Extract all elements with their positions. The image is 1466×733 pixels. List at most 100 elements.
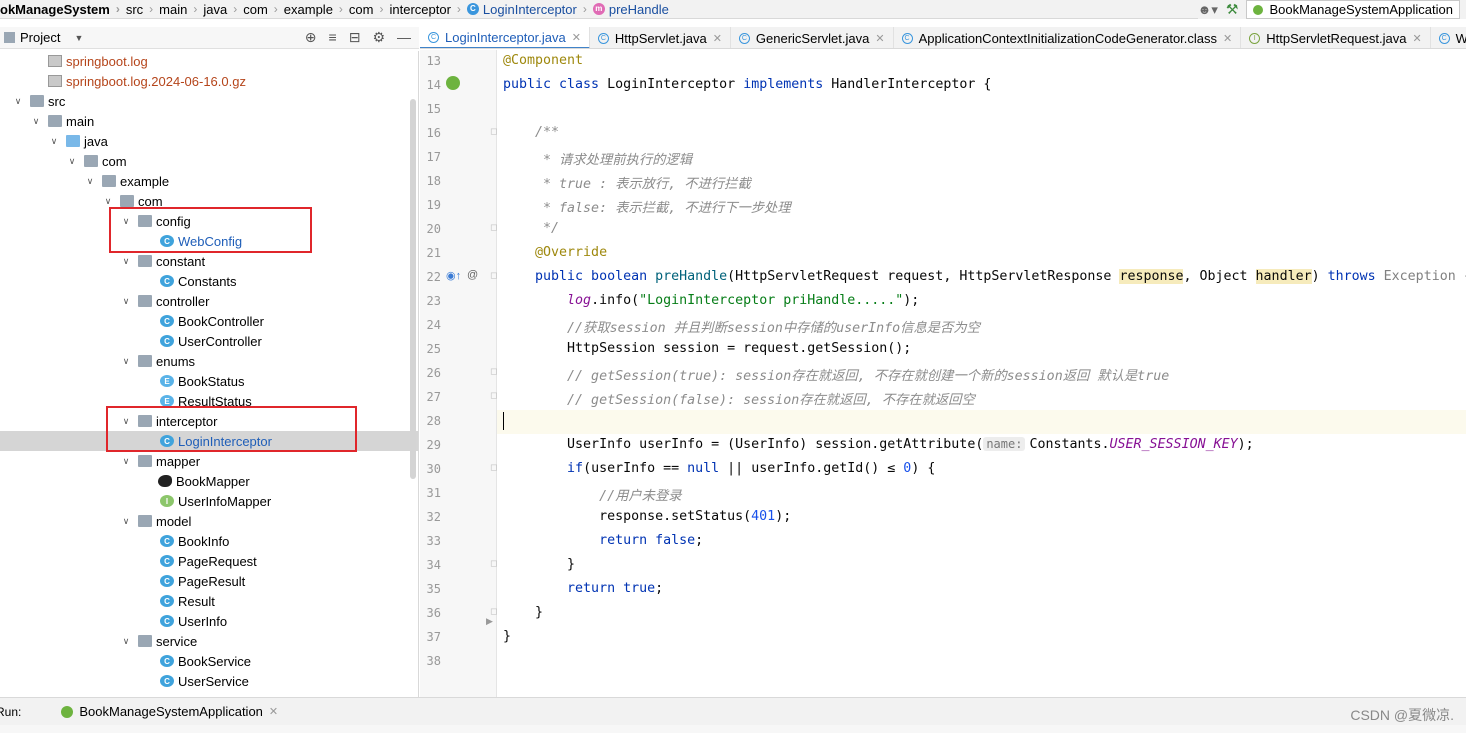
line-number: 26 <box>426 366 441 380</box>
line-number: 25 <box>426 342 441 356</box>
minimize-icon[interactable]: — <box>397 29 411 46</box>
close-icon[interactable]: ✕ <box>572 31 581 44</box>
tree-item-constant[interactable]: ∨ constant <box>0 251 418 271</box>
fold-marker-icon[interactable]: ◻ <box>490 558 497 569</box>
tree-item-userinfomapper[interactable]: I UserInfoMapper <box>0 491 418 511</box>
tab-genericservlet[interactable]: C GenericServlet.java ✕ <box>731 27 894 48</box>
chevron-down-icon[interactable]: ∨ <box>120 516 132 527</box>
tree-item-userservice[interactable]: C UserService <box>0 671 418 691</box>
breadcrumb-src[interactable]: src › <box>126 2 159 17</box>
tree-item-bookinfo[interactable]: C BookInfo <box>0 531 418 551</box>
close-icon[interactable]: ✕ <box>875 32 884 45</box>
tree-item-bookcontroller[interactable]: C BookController <box>0 311 418 331</box>
fold-marker-icon[interactable]: ◻ <box>490 270 497 281</box>
tab-appcontext-generator[interactable]: C ApplicationContextInitializationCodeGen… <box>894 27 1242 48</box>
chevron-down-icon[interactable]: ∨ <box>30 116 42 127</box>
status-strip <box>0 725 1466 733</box>
code-editor[interactable]: 13 14 15 16 17 18 19 20 21 22 23 24 25 2… <box>420 50 1466 697</box>
breadcrumb-project[interactable]: okManageSystem › <box>0 2 126 17</box>
fold-arrow-icon[interactable]: ▶ <box>486 616 493 627</box>
code-line-29: UserInfo userInfo = (UserInfo) session.g… <box>503 437 1254 452</box>
chevron-down-icon[interactable]: ∨ <box>120 636 132 647</box>
run-configuration-select[interactable]: BookManageSystemApplication <box>1246 0 1460 19</box>
class-icon: C <box>160 315 174 327</box>
package-icon <box>138 295 152 307</box>
tree-item-enums[interactable]: ∨ enums <box>0 351 418 371</box>
tree-item-example[interactable]: ∨ example <box>0 171 418 191</box>
breadcrumb-main[interactable]: main › <box>159 2 203 17</box>
run-tab-bookmanagesystem[interactable]: BookManageSystemApplication ✕ <box>35 704 278 719</box>
tree-item-usercontroller[interactable]: C UserController <box>0 331 418 351</box>
chevron-down-icon[interactable]: ∨ <box>120 256 132 267</box>
breadcrumb-method[interactable]: m preHandle <box>592 2 669 17</box>
locate-icon[interactable]: ⊕ <box>305 29 317 46</box>
spring-bean-icon[interactable] <box>446 76 460 90</box>
chevron-down-icon[interactable]: ▼ <box>74 33 83 43</box>
fold-marker-icon[interactable]: ◻ <box>490 462 497 473</box>
chevron-down-icon[interactable]: ∨ <box>120 356 132 367</box>
tree-item-springboot-log[interactable]: springboot.log <box>0 51 418 71</box>
chevron-down-icon[interactable]: ∨ <box>66 156 78 167</box>
chevron-down-icon[interactable]: ∨ <box>102 196 114 207</box>
code-line-17: * 请求处理前执行的逻辑 <box>503 153 693 168</box>
close-icon[interactable]: ✕ <box>269 705 278 718</box>
chevron-down-icon[interactable]: ∨ <box>120 456 132 467</box>
tree-item-controller[interactable]: ∨ controller <box>0 291 418 311</box>
breadcrumb-com[interactable]: com › <box>243 2 284 17</box>
breadcrumb-java[interactable]: java › <box>203 2 243 17</box>
tab-logininterceptor[interactable]: C LoginInterceptor.java ✕ <box>420 27 590 48</box>
line-number: 36 <box>426 606 441 620</box>
expand-all-icon[interactable]: ≡ <box>329 29 337 46</box>
annotation-icon[interactable]: @ <box>467 269 478 281</box>
close-icon[interactable]: ✕ <box>1223 32 1232 45</box>
collapse-all-icon[interactable]: ⊟ <box>349 29 361 46</box>
tree-item-src[interactable]: ∨ src <box>0 91 418 111</box>
tab-overflow[interactable]: CW <box>1431 27 1466 48</box>
close-icon[interactable]: ✕ <box>713 32 722 45</box>
editor-tabs: C LoginInterceptor.java ✕ C HttpServlet.jav… <box>420 27 1466 49</box>
tab-httpservlet[interactable]: C HttpServlet.java ✕ <box>590 27 731 48</box>
tree-item-userinfo[interactable]: C UserInfo <box>0 611 418 631</box>
chevron-down-icon[interactable]: ∨ <box>48 136 60 147</box>
tree-item-main[interactable]: ∨ main <box>0 111 418 131</box>
gear-icon[interactable]: ⚙ <box>372 29 385 46</box>
implements-method-icon[interactable]: ◉↑ <box>446 269 461 282</box>
tree-item-service[interactable]: ∨ service <box>0 631 418 651</box>
breadcrumb-com-2[interactable]: com › <box>349 2 390 17</box>
chevron-down-icon[interactable]: ∨ <box>84 176 96 187</box>
tree-item-model[interactable]: ∨ model <box>0 511 418 531</box>
tree-item-pagerequest[interactable]: C PageRequest <box>0 551 418 571</box>
tab-httpservletrequest[interactable]: I HttpServletRequest.java ✕ <box>1241 27 1431 48</box>
tree-item-bookmapper[interactable]: BookMapper <box>0 471 418 491</box>
fold-marker-icon[interactable]: ◻ <box>490 390 497 401</box>
code-line-32: response.setStatus(401); <box>503 509 792 524</box>
tree-item-pageresult[interactable]: C PageResult <box>0 571 418 591</box>
close-icon[interactable]: ✕ <box>1412 32 1421 45</box>
chevron-down-icon[interactable]: ∨ <box>12 96 24 107</box>
tree-item-bookstatus[interactable]: E BookStatus <box>0 371 418 391</box>
package-icon <box>102 175 116 187</box>
class-icon: C <box>160 555 174 567</box>
breadcrumb-class[interactable]: C LoginInterceptor › <box>466 2 593 17</box>
tree-item-bookservice[interactable]: C BookService <box>0 651 418 671</box>
build-hammer-icon[interactable]: ⚒ <box>1226 1 1239 18</box>
tree-item-mapper[interactable]: ∨ mapper <box>0 451 418 471</box>
code-line-35: return true; <box>503 581 664 596</box>
tree-item-springboot-log-gz[interactable]: springboot.log.2024-06-16.0.gz <box>0 71 418 91</box>
chevron-down-icon[interactable]: ∨ <box>120 296 132 307</box>
spring-boot-icon <box>61 705 74 718</box>
project-panel-title[interactable]: Project <box>20 30 60 45</box>
line-number: 22 <box>426 270 441 284</box>
fold-marker-icon[interactable]: ◻ <box>490 126 497 137</box>
tree-item-java[interactable]: ∨ java <box>0 131 418 151</box>
line-number: 16 <box>426 126 441 140</box>
fold-marker-icon[interactable]: ◻ <box>490 222 497 233</box>
tree-item-result[interactable]: C Result <box>0 591 418 611</box>
breadcrumb-example[interactable]: example › <box>284 2 349 17</box>
fold-marker-icon[interactable]: ◻ <box>490 366 497 377</box>
breadcrumb-interceptor[interactable]: interceptor › <box>389 2 466 17</box>
user-icon[interactable]: ☻▾ <box>1198 2 1218 18</box>
tree-item-com[interactable]: ∨ com <box>0 151 418 171</box>
tree-item-constants[interactable]: C Constants <box>0 271 418 291</box>
tree-scrollbar[interactable] <box>410 99 416 479</box>
